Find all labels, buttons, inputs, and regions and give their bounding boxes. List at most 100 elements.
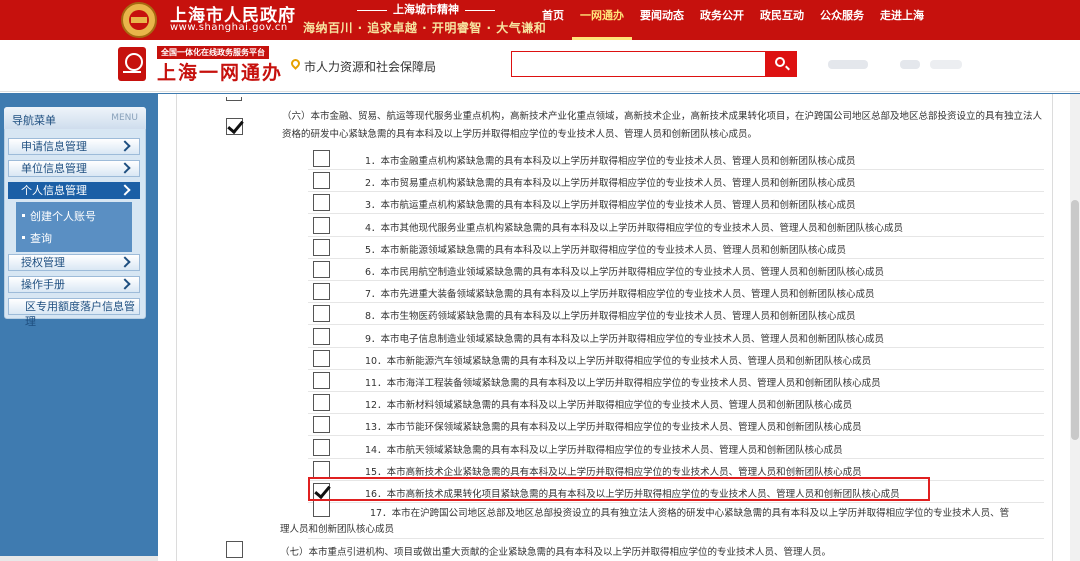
item-text-9: 9．本市电子信息制造业领域紧缺急需的具有本科及以上学历并取得相应学位的专业技术人… <box>365 333 885 345</box>
sidebar-item-label: 操作手册 <box>21 278 65 291</box>
item-checkbox-1[interactable] <box>313 150 330 167</box>
row-divider <box>308 346 1044 348</box>
item-text-5: 5．本市新能源领域紧缺急需的具有本科及以上学历并取得相应学位的专业技术人员、管理… <box>365 244 847 256</box>
site-url[interactable]: www.shanghai.gov.cn <box>170 22 288 33</box>
sidebar-item-apply-info[interactable]: 申请信息管理 <box>8 138 140 155</box>
chevron-right-icon <box>119 256 131 268</box>
item-checkbox-13[interactable] <box>313 416 330 434</box>
bullet-icon <box>22 236 25 239</box>
sidebar-title-en: MENU <box>111 113 138 123</box>
top-navigation: 首页 一网通办 要闻动态 政务公开 政民互动 公众服务 走进上海 <box>534 0 932 40</box>
row-divider <box>308 257 1044 259</box>
row-divider <box>308 169 1044 170</box>
content-border-left <box>176 94 177 561</box>
chevron-right-icon <box>119 278 131 290</box>
yiwangtongban-logo-icon[interactable] <box>118 47 146 81</box>
checkbox-partial[interactable] <box>226 97 242 101</box>
item-text-1: 1．本市金融重点机构紧缺急需的具有本科及以上学历并取得相应学位的专业技术人员、管… <box>365 156 856 167</box>
row-divider <box>308 280 1044 281</box>
item-text-4: 4．本市其他现代服务业重点机构紧缺急需的具有本科及以上学历并取得相应学位的专业技… <box>365 222 904 234</box>
row-divider <box>308 235 1044 237</box>
blurred-user-info-3 <box>930 60 962 69</box>
row-divider <box>308 302 1044 304</box>
sidebar-item-authorization[interactable]: 授权管理 <box>8 254 140 271</box>
item-checkbox-2[interactable] <box>313 172 330 190</box>
nav-news[interactable]: 要闻动态 <box>632 0 692 40</box>
city-spirit-title: 上海城市精神 <box>341 1 511 17</box>
item-checkbox-7[interactable] <box>313 283 330 301</box>
item-text-3: 3．本市航运重点机构紧缺急需的具有本科及以上学历并取得相应学位的专业技术人员、管… <box>365 200 856 212</box>
row-divider <box>308 324 1044 326</box>
blurred-user-info <box>828 60 868 69</box>
row-divider <box>308 502 1044 503</box>
submenu-create-account[interactable]: 创建个人账号 <box>30 208 96 224</box>
item-text-10: 10．本市新能源汽车领域紧缺急需的具有本科及以上学历并取得相应学位的专业技术人员… <box>365 355 872 367</box>
search-icon <box>775 57 785 67</box>
nav-gov-affairs[interactable]: 政务公开 <box>692 0 752 40</box>
row-divider <box>308 191 1044 193</box>
sidebar-item-label: 个人信息管理 <box>21 184 87 197</box>
item-text-6: 6．本市民用航空制造业领域紧缺急需的具有本科及以上学历并取得相应学位的专业技术人… <box>365 267 885 278</box>
row-divider <box>308 368 1044 370</box>
sidebar-item-district-quota[interactable]: 区专用额度落户信息管理 <box>8 298 140 328</box>
row-divider <box>308 213 1044 215</box>
item17-text-line1: 17．本市在沪跨国公司地区总部及地区总部投资设立的具有独立法人资格的研发中心紧缺… <box>370 508 1010 519</box>
sidebar-item-label: 申请信息管理 <box>21 140 87 153</box>
row-divider <box>308 413 1044 415</box>
item17-checkbox[interactable] <box>313 500 330 517</box>
item-checkbox-3[interactable] <box>313 194 330 212</box>
item-checkbox-5[interactable] <box>313 238 330 256</box>
scrollbar-thumb[interactable] <box>1071 200 1079 440</box>
row-divider <box>308 391 1044 392</box>
chevron-right-icon <box>119 162 131 174</box>
item-text-14: 14．本市航天领域紧缺急需的具有本科及以上学历并取得相应学位的专业技术人员、管理… <box>365 444 843 456</box>
nav-about-shanghai[interactable]: 走进上海 <box>872 0 932 40</box>
city-spirit-motto: 海纳百川 · 追求卓越 · 开明睿智 · 大气谦和 <box>303 21 547 35</box>
item-checkbox-9[interactable] <box>313 327 330 345</box>
item-text-7: 7．本市先进重大装备领域紧缺急需的具有本科及以上学历并取得相应学位的专业技术人员… <box>365 289 875 301</box>
platform-name[interactable]: 上海一网通办 <box>157 58 283 85</box>
section7-checkbox[interactable] <box>226 541 243 558</box>
item-checkbox-4[interactable] <box>313 216 330 234</box>
row-divider <box>308 457 1044 459</box>
item-checkbox-10[interactable] <box>313 349 330 367</box>
item-text-12: 12．本市新材料领域紧缺急需的具有本科及以上学历并取得相应学位的专业技术人员、管… <box>365 400 853 412</box>
shanghai-emblem-icon <box>121 2 157 38</box>
search-button[interactable] <box>765 51 797 77</box>
section6-checkbox[interactable] <box>226 118 243 135</box>
item-checkbox-8[interactable] <box>313 305 330 323</box>
item-text-8: 8．本市生物医药领域紧缺急需的具有本科及以上学历并取得相应学位的专业技术人员、管… <box>365 311 856 323</box>
section6-text: （六）本市金融、贸易、航运等现代服务业重点机构，高新技术产业化重点领域，高新技术… <box>282 111 1043 140</box>
nav-home[interactable]: 首页 <box>534 0 572 40</box>
department-location[interactable]: 市人力资源和社会保障局 <box>304 58 436 75</box>
item-text-15: 15．本市高新技术企业紧缺急需的具有本科及以上学历并取得相应学位的专业技术人员、… <box>365 466 862 478</box>
item17-text-line2: 理人员和创新团队核心成员 <box>280 524 395 535</box>
blurred-user-info-2 <box>900 60 920 69</box>
row-divider <box>308 435 1044 437</box>
item-checkbox-15[interactable] <box>313 460 330 478</box>
item-checkbox-6[interactable] <box>313 261 330 278</box>
highlight-box <box>308 477 930 501</box>
item-text-2: 2．本市贸易重点机构紧缺急需的具有本科及以上学历并取得相应学位的专业技术人员、管… <box>365 178 856 190</box>
nav-interaction[interactable]: 政民互动 <box>752 0 812 40</box>
sidebar-item-label: 授权管理 <box>21 256 65 269</box>
sidebar-title: 导航菜单 <box>12 114 56 127</box>
sidebar-item-manual[interactable]: 操作手册 <box>8 276 140 293</box>
nav-one-network[interactable]: 一网通办 <box>572 0 632 40</box>
submenu-query[interactable]: 查询 <box>30 230 52 246</box>
search-input[interactable] <box>511 51 765 77</box>
bullet-icon <box>22 214 25 217</box>
chevron-right-icon <box>119 184 131 196</box>
taskbar-strip <box>0 556 158 561</box>
sidebar-item-personal-info[interactable]: 个人信息管理 <box>8 182 140 199</box>
item-text-11: 11．本市海洋工程装备领域紧缺急需的具有本科及以上学历并取得相应学位的专业技术人… <box>365 378 881 389</box>
section7-text: （七）本市重点引进机构、项目或做出重大贡献的企业紧缺急需的具有本科及以上学历并取… <box>280 547 832 558</box>
item-checkbox-12[interactable] <box>313 394 330 412</box>
item-checkbox-11[interactable] <box>313 372 330 389</box>
sidebar-header: 导航菜单 MENU <box>4 107 146 129</box>
sidebar-item-unit-info[interactable]: 单位信息管理 <box>8 160 140 177</box>
item-checkbox-14[interactable] <box>313 438 330 456</box>
sidebar-item-label: 单位信息管理 <box>21 162 87 175</box>
chevron-right-icon <box>119 140 131 152</box>
nav-public-service[interactable]: 公众服务 <box>812 0 872 40</box>
